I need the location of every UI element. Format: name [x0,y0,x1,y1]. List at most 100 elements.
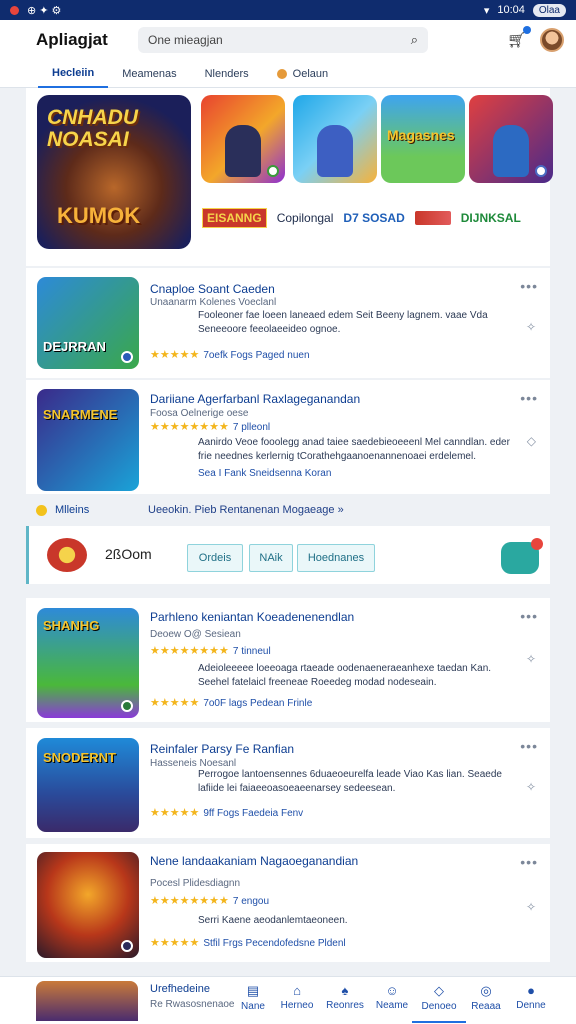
app-rating: ★★★★★ 7oefk Fogs Paged nuen [150,348,310,361]
more-icon[interactable]: ••• [520,738,538,754]
content: CNHADU NOASAI KUMOK Magasnes EISANNG Cop… [26,88,553,1024]
filter-chip-orders[interactable]: Ordeis [187,544,243,572]
app-description: Serri Kaene aeodanlemtaeoneen. [198,915,348,926]
app-title: Apliagjat [36,30,108,49]
list-item[interactable]: SHANHG Parhleno keniantan Koeadenenendla… [26,598,550,722]
apps-icon: ♠ [341,983,349,998]
rating-text: Stfil Frgs Pecendofedsne Pldenl [203,938,346,949]
featured-thumb-2[interactable] [293,95,377,183]
list-item[interactable]: SNARMENE Dariiane Agerfarbanl Raxlagegan… [26,380,550,494]
action-button[interactable] [501,538,543,574]
more-icon[interactable]: ••• [520,278,538,294]
character-icon [493,125,529,177]
like-icon[interactable]: ✧ [526,652,536,666]
list-item[interactable]: Nene landaakaniam Nagaoeganandian Pocesl… [26,844,550,962]
thumb-title: Magasnes [387,127,455,143]
search-icon[interactable]: ⌕ [411,32,418,48]
featured-thumb-3[interactable]: Magasnes [381,95,465,183]
search-input[interactable]: One mieagjan ⌕ [138,27,428,53]
rating-stars: ★★★★★ [150,937,200,949]
nav-item-games[interactable]: ⌂ Herneo [270,983,324,1011]
filter-chip-new[interactable]: NAik [249,544,293,572]
verified-icon [121,351,133,363]
cart-icon[interactable]: 🛒︎ [507,26,531,49]
rating-stars: ★★★★★★★★ [150,645,229,657]
nav-label: Neame [375,1000,409,1011]
more-icon[interactable]: ••• [520,608,538,624]
more-icon[interactable]: ••• [520,390,538,406]
tab-account[interactable]: Oelaun [263,60,342,88]
like-icon[interactable]: ✧ [526,320,536,334]
brand-logo-5[interactable]: DIJNKSAL [461,211,521,225]
list-item[interactable]: DEJRRAN Cnaploe Soant Caeden Unaanarm Ko… [26,268,550,378]
avatar[interactable] [540,28,564,52]
app-title[interactable]: Reinfaler Parsy Fe Ranfian [150,742,294,756]
nav-item-profile[interactable]: ● Denne [504,983,558,1011]
rating-stars: ★★★★★★★★ [150,895,229,907]
nav-label: Herneo [280,1000,314,1011]
like-icon[interactable]: ✧ [526,900,536,914]
more-icon[interactable]: ••• [520,854,538,870]
profile-icon: ● [527,983,535,998]
app-description: Adeioleeeee loeeoaga rtaeade oodenaenera… [198,663,492,688]
app-icon-label: SNARMENE [43,407,118,422]
bookmark-icon[interactable]: ◇ [527,434,536,448]
nav-label: Denoeo [421,1001,457,1012]
filter-chip-recommended[interactable]: Hoednanes [297,544,375,572]
rating-stars: ★★★★★ [150,349,200,361]
app-title[interactable]: Cnaploe Soant Caeden [150,282,275,296]
rating-text: 7oefk Fogs Paged nuen [203,350,310,361]
filter-bar: 2ßOom Ordeis NAik Hoednanes [26,526,550,584]
mini-player-title[interactable]: Urefhedeine [150,983,210,995]
notification-badge [531,538,543,550]
tab-games[interactable]: Meamenas [108,60,190,88]
nav-item-movies[interactable]: ☺ Neame [365,983,419,1011]
brand-logo-4[interactable] [414,211,451,225]
search-placeholder: One mieagjan [148,33,223,47]
section-title-text: Mlleins [55,504,90,516]
app-description: Fooleoner fae loeen laneaed edem Seit Be… [198,310,488,335]
nav-label: Denne [516,1000,546,1011]
coin-icon [276,68,287,79]
status-bar: ⊕ ✦ ⚙ ▾ 10:04 Olaa [0,0,576,20]
nav-item-apps[interactable]: ♠ Reonres [318,983,372,1011]
battery-pill: Olaa [532,3,566,17]
app-rating: ★★★★★ 9ff Fogs Faedeia Fenv [150,806,303,819]
featured-thumb-4[interactable] [469,95,553,183]
verified-icon [121,700,133,712]
app-title[interactable]: Nene landaakaniam Nagaoeganandian [150,854,358,868]
character-icon [225,125,261,177]
brand-logo-3[interactable]: D7 SOSAD [343,211,404,225]
hero-banner[interactable]: CNHADU NOASAI KUMOK [37,95,191,249]
bottom-nav: Urefhedeine Re Rwasosnenaoe ▤ Nane ⌂ Herne… [0,976,576,1024]
rating-stars: ★★★★★★★★ [150,421,229,433]
featured-banner: CNHADU NOASAI KUMOK Magasnes EISANNG Cop… [26,88,553,266]
list-item[interactable]: SNODERNT Reinfaler Parsy Fe Ranfian Hass… [26,728,550,838]
brand-logo-2[interactable]: Copilongal [277,211,334,225]
featured-thumb-1[interactable] [201,95,285,183]
verified-icon [535,165,547,177]
tab-home[interactable]: Hecleiin [38,60,109,88]
brand-logo[interactable] [47,538,87,572]
app-icon-label: SNODERNT [43,750,116,765]
nav-item-books[interactable]: ◇ Denoeo [412,983,466,1023]
notification-dot [10,5,19,15]
app-developer: Unaanarm Kolenes Voeclanl [150,297,277,308]
mini-player-thumb[interactable] [36,981,138,1021]
hero-title: CNHADU NOASAI [47,106,138,151]
mini-player-sub: Re Rwasosnenaoe [150,999,235,1010]
like-icon[interactable]: ✧ [526,780,536,794]
app-title[interactable]: Parhleno keniantan Koeadenenendlan [150,610,354,624]
app-tags[interactable]: Sea I Fank Sneidsenna Koran [198,468,331,479]
brand-logo-1[interactable]: EISANNG [202,208,267,228]
brand-row: EISANNG Copilongal D7 SOSAD DIJNKSAL [202,208,542,228]
see-more-link[interactable]: Ueeokin. Pieb Rentanenan Mogaeage » [148,504,344,516]
top-bar: Apliagjat One mieagjan ⌕ 🛒︎ [0,20,576,60]
rating-stars: ★★★★★ [150,697,200,709]
time-display: 2ßOom [105,546,152,562]
rating-text: 9ff Fogs Faedeia Fenv [203,808,304,819]
tab-rankings[interactable]: Nlenders [191,60,263,88]
app-title[interactable]: Dariiane Agerfarbanl Raxlageganandan [150,392,360,406]
nav-label: Reaaa [471,1001,501,1012]
app-icon: SNODERNT [37,738,139,832]
